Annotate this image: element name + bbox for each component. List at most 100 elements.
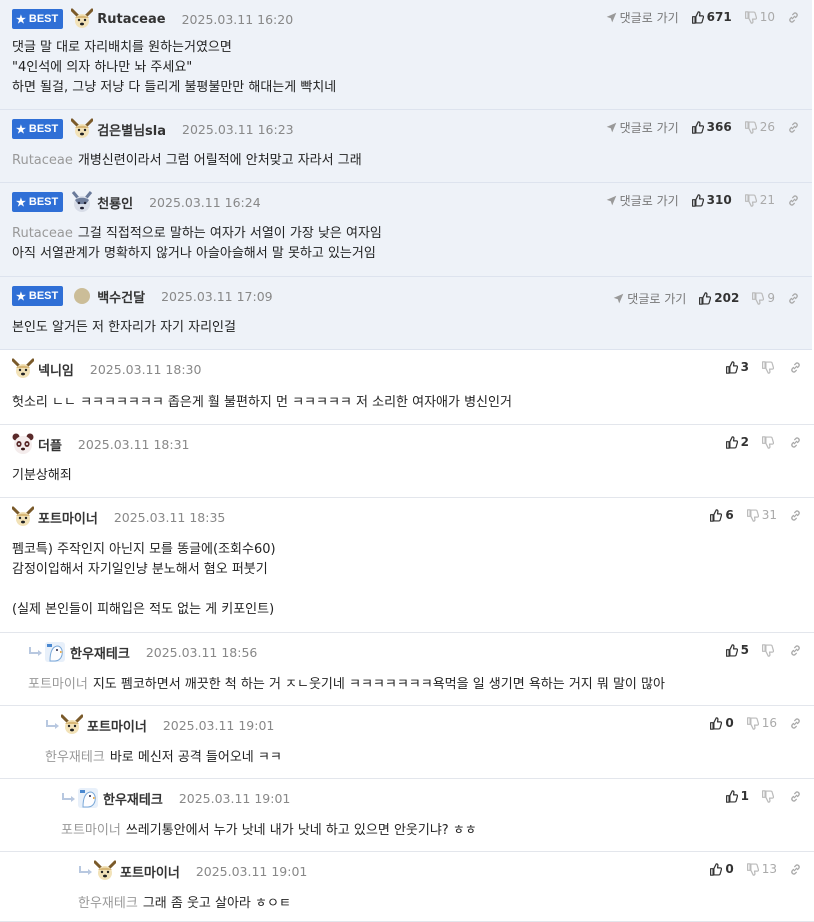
comment-line: "4인석에 의자 하나만 놔 주세요" <box>12 58 336 78</box>
dog-avatar[interactable] <box>60 714 84 736</box>
comment-text: 그래 좀 웃고 살아라 ㅎㅇㅌ <box>142 896 291 911</box>
comment-text: 헛소리 ㄴㄴ ㅋㅋㅋㅋㅋㅋㅋ 좁은게 훨 불편하지 먼 ㅋㅋㅋㅋㅋ 저 소리한 … <box>12 395 512 410</box>
comment: 포트마이너 2025.03.11 19:01 0 16 한우재테크 바로 메신저 공격 들… <box>0 706 814 779</box>
mention-nickname[interactable]: Rutaceae <box>12 226 73 241</box>
nickname[interactable]: Rutaceae <box>97 12 165 27</box>
comment-date: 2025.03.11 19:01 <box>162 717 275 733</box>
mention-nickname[interactable]: 포트마이너 <box>61 823 121 838</box>
comment-line: 본인도 알거든 저 한자리가 자기 자리인걸 <box>12 318 236 338</box>
upvote-button[interactable]: 0 <box>709 862 734 876</box>
mention-nickname[interactable]: Rutaceae <box>12 153 73 168</box>
upvote-count: 0 <box>725 862 734 876</box>
comment-list: ★ BEST Rutaceae 2025.03.11 16:20 댓글로 가기 671 10… <box>0 0 814 922</box>
thumbs-down-icon <box>744 193 760 207</box>
downvote-button[interactable]: 9 <box>751 291 775 305</box>
link-icon[interactable] <box>789 863 802 876</box>
upvote-button[interactable]: 0 <box>709 716 734 730</box>
comment: 한우재테크 2025.03.11 19:01 1 포트마이너 쓰레기통안에서 누가 낫네… <box>0 779 814 852</box>
nickname[interactable]: 포트마이너 <box>87 716 147 735</box>
link-icon[interactable] <box>789 509 802 522</box>
comment-actions: 댓글로 가기 366 26 <box>606 118 800 136</box>
dog-avatar[interactable] <box>70 8 94 30</box>
thumbs-up-icon <box>691 193 707 207</box>
downvote-button[interactable] <box>761 643 777 657</box>
downvote-button[interactable] <box>761 360 777 374</box>
bird-avatar[interactable] <box>77 787 99 809</box>
upvote-button[interactable]: 6 <box>709 508 734 522</box>
comment-body: 기분상해죄 <box>12 466 72 486</box>
comment-text: 기분상해죄 <box>12 468 72 483</box>
nickname[interactable]: 넥니임 <box>38 360 74 379</box>
nickname[interactable]: 한우재테크 <box>103 789 163 808</box>
comment-line: 포트마이너 쓰레기통안에서 누가 낫네 내가 낫네 하고 있으면 안웃기냐? ㅎㅎ <box>61 821 477 841</box>
link-icon[interactable] <box>789 644 802 657</box>
upvote-button[interactable]: 1 <box>725 789 749 803</box>
link-icon[interactable] <box>787 11 800 24</box>
thumbs-down-icon <box>746 862 762 876</box>
upvote-button[interactable]: 671 <box>691 10 732 24</box>
downvote-count: 9 <box>767 291 775 305</box>
husky-avatar[interactable] <box>71 191 93 213</box>
best-label: BEST <box>28 13 59 25</box>
mention-nickname[interactable]: 한우재테크 <box>78 896 138 911</box>
dog-avatar[interactable] <box>11 506 35 528</box>
link-icon[interactable] <box>787 194 800 207</box>
upvote-button[interactable]: 2 <box>725 435 749 449</box>
upvote-button[interactable]: 3 <box>725 360 749 374</box>
goto-reply-button[interactable]: 댓글로 가기 <box>606 119 679 136</box>
comment-line: 포트마이너 지도 펨코하면서 깨끗한 척 하는 거 ㅈㄴ웃기네 ㅋㅋㅋㅋㅋㅋㅋ욕먹… <box>28 675 665 695</box>
comment-header: 넥니임 2025.03.11 18:30 <box>11 358 201 380</box>
upvote-button[interactable]: 310 <box>691 193 732 207</box>
thumbs-down-icon <box>761 789 777 803</box>
goto-reply-button[interactable]: 댓글로 가기 <box>613 290 686 307</box>
comment-header: 포트마이너 2025.03.11 18:35 <box>11 506 225 528</box>
upvote-button[interactable]: 366 <box>691 120 732 134</box>
downvote-button[interactable]: 31 <box>746 508 777 522</box>
comment-text: 개병신련이라서 그럼 어릴적에 안처맞고 자라서 그래 <box>77 153 362 168</box>
downvote-count: 10 <box>759 10 775 24</box>
dog-avatar[interactable] <box>70 118 94 140</box>
downvote-count: 31 <box>761 508 777 522</box>
comment-actions: 0 13 <box>709 860 802 878</box>
best-comment: ★ BEST 검은별님sla 2025.03.11 16:23 댓글로 가기 366 26 R… <box>0 110 812 183</box>
comment-body: 한우재테크 바로 메신저 공격 들어오네 ㅋㅋ <box>45 748 282 768</box>
nickname[interactable]: 백수건달 <box>97 287 145 306</box>
dog-avatar[interactable] <box>93 860 117 882</box>
nickname[interactable]: 천룡인 <box>97 193 133 212</box>
link-icon[interactable] <box>789 436 802 449</box>
nickname[interactable]: 검은별님sla <box>97 120 166 139</box>
link-icon[interactable] <box>787 121 800 134</box>
downvote-button[interactable]: 13 <box>746 862 777 876</box>
link-icon[interactable] <box>789 361 802 374</box>
comment-date: 2025.03.11 16:24 <box>149 194 261 210</box>
mention-nickname[interactable]: 포트마이너 <box>28 677 88 692</box>
comment-text: 댓글 말 대로 자리배치를 원하는거였으면 <box>12 40 232 55</box>
goto-reply-button[interactable]: 댓글로 가기 <box>606 9 679 26</box>
link-icon[interactable] <box>789 717 802 730</box>
dog-avatar[interactable] <box>11 358 35 380</box>
nickname[interactable]: 한우재테크 <box>70 643 130 662</box>
nickname[interactable]: 포트마이너 <box>120 862 180 881</box>
downvote-button[interactable]: 21 <box>744 193 775 207</box>
comment-text: 아직 서열관계가 명확하지 않거나 아슬아슬해서 말 못하고 있는거임 <box>12 246 376 261</box>
comment-line: 한우재테크 바로 메신저 공격 들어오네 ㅋㅋ <box>45 748 282 768</box>
nickname[interactable]: 더플 <box>38 435 62 454</box>
bird-avatar[interactable] <box>44 641 66 663</box>
nickname[interactable]: 포트마이너 <box>38 508 98 527</box>
panda-avatar[interactable] <box>12 433 34 455</box>
thumbs-up-icon <box>725 360 741 374</box>
circle-avatar[interactable] <box>71 285 93 307</box>
upvote-button[interactable]: 202 <box>698 291 739 305</box>
downvote-button[interactable]: 26 <box>744 120 775 134</box>
mention-nickname[interactable]: 한우재테크 <box>45 750 105 765</box>
upvote-button[interactable]: 5 <box>725 643 749 657</box>
link-icon[interactable] <box>789 790 802 803</box>
downvote-button[interactable]: 10 <box>744 10 775 24</box>
goto-reply-button[interactable]: 댓글로 가기 <box>606 192 679 209</box>
downvote-button[interactable]: 16 <box>746 716 777 730</box>
best-comment: ★ BEST 백수건달 2025.03.11 17:09 댓글로 가기 202 9 본인도 알… <box>0 277 812 350</box>
thumbs-down-icon <box>761 435 777 449</box>
downvote-button[interactable] <box>761 789 777 803</box>
link-icon[interactable] <box>787 292 800 305</box>
downvote-button[interactable] <box>761 435 777 449</box>
